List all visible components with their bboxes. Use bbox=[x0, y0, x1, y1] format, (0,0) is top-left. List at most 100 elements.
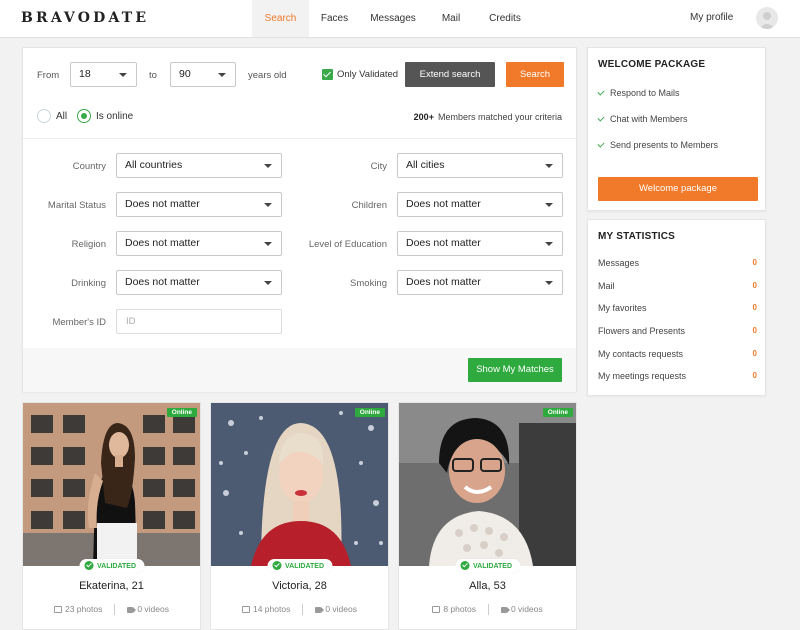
chevron-down-icon bbox=[264, 164, 272, 168]
statistics-card: MY STATISTICS Messages 0 Mail 0 My favorit… bbox=[587, 219, 766, 396]
chevron-down-icon bbox=[218, 73, 226, 77]
photo-icon bbox=[53, 606, 62, 614]
nav-credits[interactable]: Credits bbox=[476, 0, 534, 37]
stat-row-contacts[interactable]: My contacts requests 0 bbox=[598, 349, 757, 359]
validated-badge: VALIDATED bbox=[78, 559, 145, 573]
shield-check-icon bbox=[83, 560, 93, 570]
radio-all-label[interactable]: All bbox=[56, 111, 67, 122]
profile-menu[interactable]: My profile bbox=[680, 0, 800, 37]
nav-search[interactable]: Search bbox=[252, 0, 309, 37]
check-icon bbox=[597, 88, 605, 96]
validated-badge: VALIDATED bbox=[454, 559, 521, 573]
online-badge: Online bbox=[354, 408, 385, 417]
nav-faces[interactable]: Faces bbox=[309, 0, 360, 37]
profile-media: 14 photos 0 videos bbox=[211, 604, 388, 616]
welcome-item-label: Send presents to Members bbox=[610, 140, 719, 150]
stat-label: My contacts requests bbox=[598, 349, 684, 359]
children-label: Children bbox=[351, 200, 387, 211]
video-count[interactable]: 0 videos bbox=[137, 604, 169, 614]
profile-card[interactable]: Online VALIDATED Alla, 53 8 photos 0 vide… bbox=[398, 402, 577, 630]
profile-media: 8 photos 0 videos bbox=[399, 604, 576, 616]
search-button[interactable]: Search bbox=[506, 62, 564, 87]
from-label: From bbox=[37, 70, 60, 81]
profile-photo[interactable]: Online bbox=[211, 403, 388, 566]
photo-count[interactable]: 8 photos bbox=[443, 604, 476, 614]
only-validated-label[interactable]: Only Validated bbox=[337, 69, 398, 80]
stat-row-meetings[interactable]: My meetings requests 0 bbox=[598, 371, 757, 381]
country-value: All countries bbox=[125, 159, 183, 171]
profile-photo[interactable]: Online bbox=[23, 403, 200, 566]
nav-messages[interactable]: Messages bbox=[360, 0, 426, 37]
shield-check-icon bbox=[459, 560, 469, 570]
children-select[interactable]: Does not matter bbox=[397, 192, 563, 217]
photo-count[interactable]: 14 photos bbox=[253, 604, 290, 614]
video-icon bbox=[500, 606, 510, 613]
site-logo[interactable]: BRAVODATE bbox=[21, 10, 149, 26]
welcome-item: Send presents to Members bbox=[597, 140, 719, 150]
profile-photo[interactable]: Online bbox=[399, 403, 576, 566]
welcome-item-label: Chat with Members bbox=[610, 114, 688, 124]
radio-online-label[interactable]: Is online bbox=[96, 111, 133, 122]
validated-label: VALIDATED bbox=[284, 563, 325, 570]
check-icon bbox=[597, 114, 605, 122]
stat-value: 0 bbox=[752, 303, 757, 312]
validated-label: VALIDATED bbox=[472, 563, 513, 570]
education-select[interactable]: Does not matter bbox=[397, 231, 563, 256]
video-count[interactable]: 0 videos bbox=[325, 604, 357, 614]
validated-label: VALIDATED bbox=[96, 563, 137, 570]
children-value: Does not matter bbox=[406, 198, 481, 210]
smoking-select[interactable]: Does not matter bbox=[397, 270, 563, 295]
stat-row-messages[interactable]: Messages 0 bbox=[598, 258, 757, 268]
country-select[interactable]: All countries bbox=[116, 153, 282, 178]
age-from-select[interactable]: 18 bbox=[70, 62, 137, 87]
chevron-down-icon bbox=[545, 164, 553, 168]
photo-count[interactable]: 23 photos bbox=[65, 604, 102, 614]
welcome-item-label: Respond to Mails bbox=[610, 88, 680, 98]
stat-value: 0 bbox=[752, 326, 757, 335]
match-number: 200+ bbox=[413, 112, 434, 122]
religion-select[interactable]: Does not matter bbox=[116, 231, 282, 256]
nav-mail[interactable]: Mail bbox=[426, 0, 476, 37]
drinking-value: Does not matter bbox=[125, 276, 200, 288]
panel-footer: Show My Matches bbox=[23, 348, 576, 392]
member-id-input[interactable]: ID bbox=[116, 309, 282, 334]
profile-media: 23 photos 0 videos bbox=[23, 604, 200, 616]
video-icon bbox=[315, 606, 325, 613]
extend-search-button[interactable]: Extend search bbox=[405, 62, 495, 87]
smoking-label: Smoking bbox=[350, 278, 387, 289]
welcome-package-button[interactable]: Welcome package bbox=[598, 177, 758, 201]
drinking-select[interactable]: Does not matter bbox=[116, 270, 282, 295]
main-nav: Search Faces Messages Mail Credits bbox=[252, 0, 534, 37]
stat-label: My favorites bbox=[598, 303, 647, 313]
show-matches-button[interactable]: Show My Matches bbox=[468, 358, 562, 382]
age-from-value: 18 bbox=[79, 68, 91, 80]
drinking-label: Drinking bbox=[71, 278, 106, 289]
online-badge: Online bbox=[166, 408, 197, 417]
match-text: Members matched your criteria bbox=[437, 112, 562, 122]
age-to-select[interactable]: 90 bbox=[170, 62, 236, 87]
radio-all[interactable] bbox=[37, 109, 51, 123]
profile-card[interactable]: Online VALIDATED Victoria, 28 14 photos 0… bbox=[210, 402, 389, 630]
education-label: Level of Education bbox=[308, 239, 387, 250]
city-select[interactable]: All cities bbox=[397, 153, 563, 178]
profile-name[interactable]: Alla, 53 bbox=[399, 580, 576, 592]
marital-status-select[interactable]: Does not matter bbox=[116, 192, 282, 217]
video-count[interactable]: 0 videos bbox=[511, 604, 543, 614]
stat-row-favorites[interactable]: My favorites 0 bbox=[598, 303, 757, 313]
age-to-value: 90 bbox=[179, 68, 191, 80]
only-validated-checkbox[interactable] bbox=[322, 69, 333, 80]
radio-is-online[interactable] bbox=[77, 109, 91, 123]
marital-status-label: Marital Status bbox=[47, 200, 106, 211]
chevron-down-icon bbox=[264, 203, 272, 207]
stat-row-mail[interactable]: Mail 0 bbox=[598, 281, 757, 291]
profile-card[interactable]: Online VALIDATED Ekaterina, 21 23 photos… bbox=[22, 402, 201, 630]
profile-label: My profile bbox=[690, 12, 734, 23]
welcome-item: Respond to Mails bbox=[597, 88, 680, 98]
profile-name[interactable]: Ekaterina, 21 bbox=[23, 580, 200, 592]
profile-name[interactable]: Victoria, 28 bbox=[211, 580, 388, 592]
filters-section: Country All countries City All cities Ma… bbox=[23, 138, 576, 348]
welcome-title: WELCOME PACKAGE bbox=[598, 59, 706, 70]
stat-row-flowers[interactable]: Flowers and Presents 0 bbox=[598, 326, 757, 336]
shield-check-icon bbox=[271, 560, 281, 570]
member-id-label: Member's ID bbox=[52, 317, 106, 328]
